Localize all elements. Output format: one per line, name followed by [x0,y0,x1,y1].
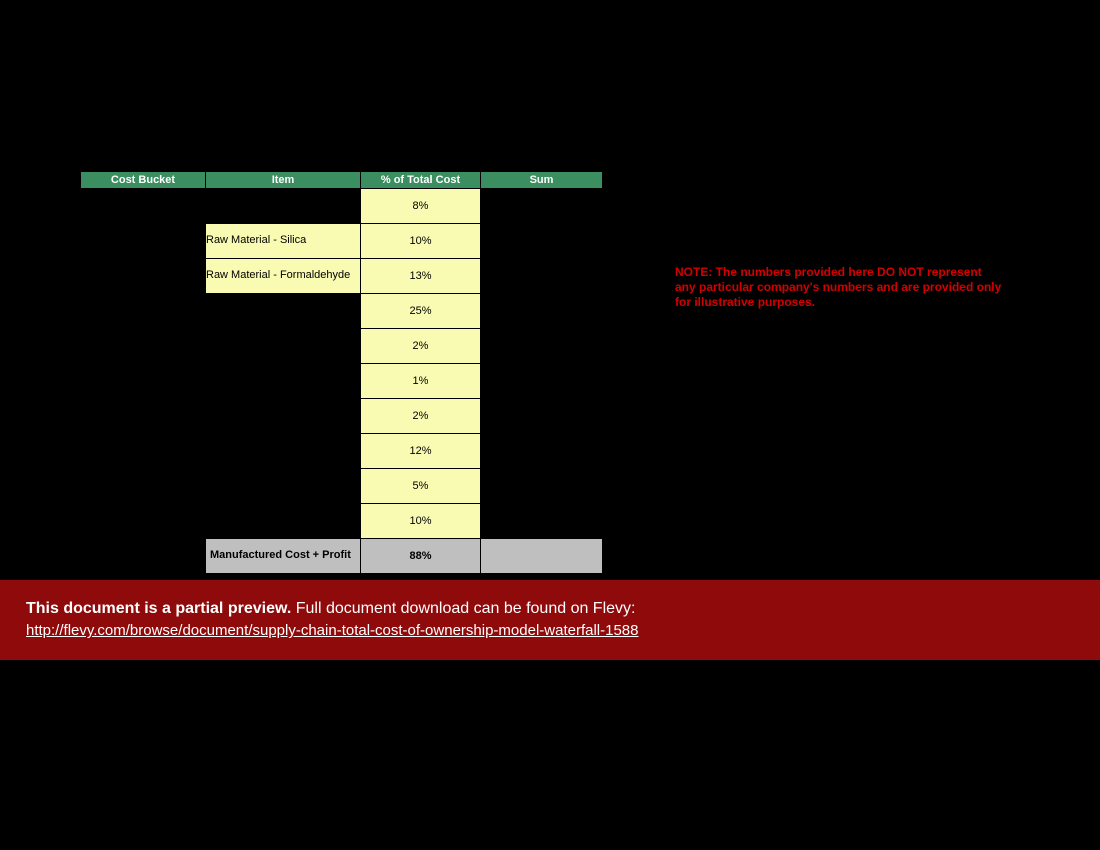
cell-sum [481,223,603,258]
col-header-bucket: Cost Bucket [81,172,206,188]
cell-bucket [81,258,206,293]
cell-sum [481,258,603,293]
banner-line1: This document is a partial preview. Full… [26,598,1074,620]
table-header-row: Cost Bucket Item % of Total Cost Sum [81,172,603,188]
cell-sum [481,188,603,223]
cell-item: Raw Material - Formaldehyde [206,258,361,293]
cell-item: Raw Material - Silica [206,223,361,258]
cell-sum [481,503,603,538]
cell-item [206,363,361,398]
cell-bucket [81,468,206,503]
cell-bucket [81,503,206,538]
table-row: Raw Material - Silica 10% [81,223,603,258]
cost-table: Cost Bucket Item % of Total Cost Sum 8% … [80,172,603,574]
cell-bucket [81,433,206,468]
cell-item [206,398,361,433]
cell-pct: 10% [361,503,481,538]
cell-pct: 5% [361,468,481,503]
table-row: 8% [81,188,603,223]
col-header-item: Item [206,172,361,188]
cell-bucket [81,328,206,363]
cell-bucket [81,293,206,328]
banner-link[interactable]: http://flevy.com/browse/document/supply-… [26,622,639,639]
cell-pct: 25% [361,293,481,328]
banner-rest: Full document download can be found on F… [291,600,635,617]
cell-bucket [81,398,206,433]
cell-pct: 2% [361,328,481,363]
cell-sum [481,328,603,363]
cell-sum [481,398,603,433]
cell-item [206,468,361,503]
cell-sum [481,363,603,398]
cell-sum [481,293,603,328]
cell-sum [481,468,603,503]
cell-pct: 1% [361,363,481,398]
cell-pct: 8% [361,188,481,223]
cell-item [206,433,361,468]
cell-bucket [81,223,206,258]
subtotal-sum [481,538,603,573]
cell-item [206,503,361,538]
cell-sum [481,433,603,468]
table-row: 25% [81,293,603,328]
col-header-pct: % of Total Cost [361,172,481,188]
cell-pct: 10% [361,223,481,258]
table-row: 5% [81,468,603,503]
subtotal-pct: 88% [361,538,481,573]
cell-pct: 2% [361,398,481,433]
table-row: 1% [81,363,603,398]
table-row: 12% [81,433,603,468]
preview-banner: This document is a partial preview. Full… [0,580,1100,660]
col-header-sum: Sum [481,172,603,188]
subtotal-item: Manufactured Cost + Profit [206,538,361,573]
cell-bucket [81,188,206,223]
cell-pct: 12% [361,433,481,468]
cell-item [206,188,361,223]
disclaimer-note: NOTE: The numbers provided here DO NOT r… [675,265,1005,310]
table-row: 2% [81,328,603,363]
cell-item [206,328,361,363]
cell-bucket [81,363,206,398]
table-row: Raw Material - Formaldehyde 13% [81,258,603,293]
subtotal-row: Manufactured Cost + Profit 88% [81,538,603,573]
cell-pct: 13% [361,258,481,293]
banner-bold: This document is a partial preview. [26,600,291,617]
cell-bucket [81,538,206,573]
table-row: 2% [81,398,603,433]
table-row: 10% [81,503,603,538]
cell-item [206,293,361,328]
